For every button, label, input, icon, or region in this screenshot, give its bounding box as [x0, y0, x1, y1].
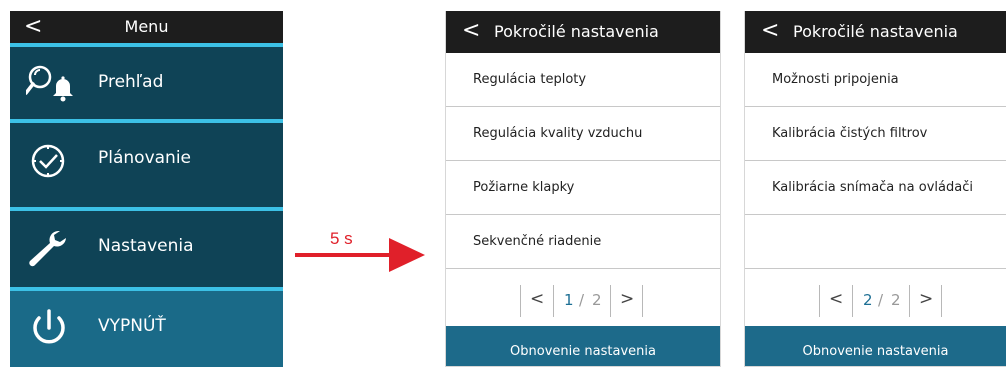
settings-row-label: Regulácia kvality vzduchu	[473, 126, 643, 141]
page-current: 1	[564, 291, 574, 309]
pager-divider	[553, 285, 554, 317]
settings-row-label: Možnosti pripojenia	[772, 72, 899, 87]
menu-item-nastavenia[interactable]: Nastavenia	[10, 211, 283, 283]
settings-row[interactable]: Regulácia kvality vzduchu	[446, 107, 720, 161]
pager-divider	[520, 285, 521, 317]
menu-header: < Menu	[10, 11, 283, 43]
reset-settings-label: Obnovenie nastavenia	[510, 344, 656, 359]
settings-row	[745, 215, 1006, 269]
pager-divider	[909, 285, 910, 317]
pager-divider	[852, 285, 853, 317]
arrow-right-icon	[295, 238, 425, 272]
menu-item-label: Prehľad	[98, 72, 164, 92]
menu-item-prehlad[interactable]: Prehľad	[10, 47, 283, 119]
settings-row[interactable]: Kalibrácia čistých filtrov	[745, 107, 1006, 161]
settings-row[interactable]: Možnosti pripojenia	[745, 53, 1006, 107]
page-total: 2	[592, 291, 602, 309]
screen-title: Pokročilé nastavenia	[793, 22, 958, 41]
prev-page-button[interactable]: <	[530, 289, 544, 309]
pagination: < 2 / 2 >	[745, 281, 1006, 325]
screen-header: < Pokročilé nastavenia	[446, 11, 720, 53]
power-icon	[33, 309, 65, 344]
pager-divider	[610, 285, 611, 317]
pager-divider	[642, 285, 643, 317]
menu-item-vypnut[interactable]: VYPNÚŤ	[10, 291, 283, 367]
menu-item-label: Nastavenia	[98, 236, 194, 256]
page-current: 2	[863, 291, 873, 309]
menu-panel: < Menu Prehľad Plánovanie Nastavenia VYP…	[10, 11, 283, 367]
menu-item-planovanie[interactable]: Plánovanie	[10, 123, 283, 195]
menu-item-label: Plánovanie	[98, 148, 192, 168]
wrench-icon	[29, 230, 66, 267]
screen-title: Pokročilé nastavenia	[494, 22, 659, 41]
pagination: < 1 / 2 >	[446, 281, 720, 325]
reset-settings-button[interactable]: Obnovenie nastavenia	[745, 326, 1006, 366]
settings-screen-page-1: < Pokročilé nastavenia Regulácia teploty…	[445, 11, 721, 367]
pager-divider	[941, 285, 942, 317]
reset-settings-label: Obnovenie nastavenia	[802, 344, 949, 359]
settings-row-label: Regulácia teploty	[473, 72, 587, 87]
menu-title: Menu	[124, 17, 169, 36]
settings-row[interactable]: Regulácia teploty	[446, 53, 720, 107]
search-bell-icon	[26, 65, 73, 102]
prev-page-button[interactable]: <	[829, 289, 843, 309]
settings-row[interactable]: Sekvenčné riadenie	[446, 215, 720, 269]
reset-settings-button[interactable]: Obnovenie nastavenia	[446, 326, 720, 366]
back-icon[interactable]: <	[761, 18, 779, 43]
page-total: 2	[891, 291, 901, 309]
settings-row[interactable]: Požiarne klapky	[446, 161, 720, 215]
settings-row[interactable]: Kalibrácia snímača na ovládači	[745, 161, 1006, 215]
settings-row-label: Požiarne klapky	[473, 180, 575, 195]
menu-item-label: VYPNÚŤ	[98, 316, 166, 336]
pager-divider	[819, 285, 820, 317]
screen-header: < Pokročilé nastavenia	[745, 11, 1006, 53]
settings-row-label: Kalibrácia snímača na ovládači	[772, 180, 973, 195]
page-separator: /	[878, 291, 884, 309]
settings-row-label: Kalibrácia čistých filtrov	[772, 126, 928, 141]
next-page-button[interactable]: >	[620, 289, 634, 309]
settings-screen-page-2: < Pokročilé nastavenia Možnosti pripojen…	[744, 11, 1006, 367]
back-icon[interactable]: <	[462, 18, 480, 43]
page-separator: /	[579, 291, 585, 309]
settings-row-label: Sekvenčné riadenie	[473, 234, 602, 249]
next-page-button[interactable]: >	[919, 289, 933, 309]
clock-check-icon	[31, 144, 65, 178]
